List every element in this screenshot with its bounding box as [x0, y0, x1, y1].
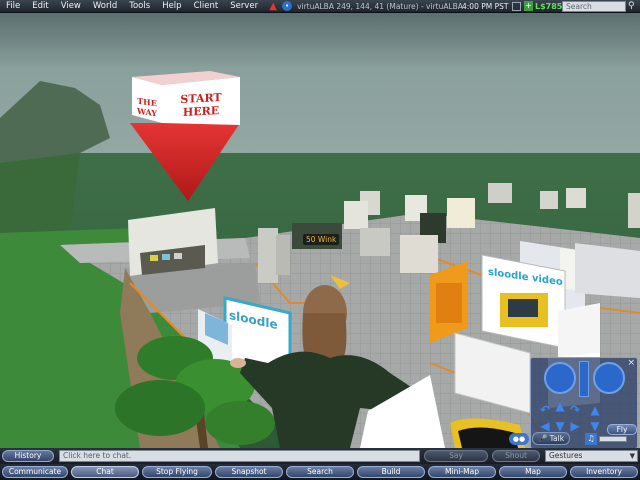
- side-sign-label: THE WAY: [137, 95, 157, 119]
- menu-help[interactable]: Help: [156, 0, 187, 13]
- say-button[interactable]: Say: [424, 450, 488, 462]
- snapshot-button[interactable]: Snapshot: [215, 466, 283, 478]
- media-icon[interactable]: [512, 2, 521, 11]
- speaker-icon[interactable]: ♫: [585, 433, 597, 445]
- inventory-button[interactable]: Inventory: [570, 466, 638, 478]
- communicate-button[interactable]: Communicate: [2, 466, 68, 478]
- map-button[interactable]: Map: [499, 466, 567, 478]
- camera-orbit-joystick[interactable]: [544, 362, 576, 394]
- menu-view[interactable]: View: [55, 0, 87, 13]
- clock: 4:00 PM PST: [462, 2, 509, 11]
- balance[interactable]: L$785: [535, 0, 562, 13]
- world-view[interactable]: START HERE THE WAY sloodle video sloodle…: [0, 13, 640, 448]
- gestures-dropdown[interactable]: Gestures ▼: [545, 450, 638, 462]
- adobe-icon[interactable]: ▲: [268, 1, 278, 12]
- shout-button[interactable]: Shout: [492, 450, 540, 462]
- chevron-down-icon: ▼: [629, 452, 635, 460]
- search-icon[interactable]: ⚲: [628, 1, 638, 12]
- volume-slider[interactable]: [599, 436, 627, 442]
- close-icon[interactable]: ×: [627, 358, 635, 368]
- talk-button[interactable]: 🎤 Talk: [532, 432, 570, 445]
- menu-world[interactable]: World: [87, 0, 123, 13]
- chat-button[interactable]: Chat: [71, 466, 139, 478]
- buy-currency-icon[interactable]: +: [524, 1, 533, 11]
- gestures-label: Gestures: [549, 451, 583, 460]
- search-button[interactable]: Search: [286, 466, 354, 478]
- turn-left-icon[interactable]: ↶: [539, 404, 551, 416]
- start-sign-label: START HERE: [180, 90, 222, 119]
- location-text: virtuALBA 249, 144, 41 (Mature) - virtuA…: [297, 1, 463, 11]
- build-button[interactable]: Build: [357, 466, 425, 478]
- fly-up-icon[interactable]: ▲: [589, 404, 601, 416]
- camera-pan-joystick[interactable]: [593, 362, 625, 394]
- forward-arrow-icon[interactable]: ▲: [554, 400, 566, 412]
- floating-label: 50 Wink: [303, 234, 340, 245]
- history-button[interactable]: History: [2, 450, 54, 462]
- menu-server[interactable]: Server: [224, 0, 264, 13]
- menu-client[interactable]: Client: [188, 0, 225, 13]
- search-input[interactable]: Search: [562, 1, 626, 12]
- strafe-left-icon[interactable]: ◀: [539, 420, 551, 432]
- mic-icon: 🎤: [537, 434, 548, 443]
- menu-file[interactable]: File: [0, 0, 26, 13]
- menu-edit[interactable]: Edit: [26, 0, 54, 13]
- voice-chat-icon[interactable]: ●●: [509, 433, 529, 445]
- stop-flying-button[interactable]: Stop Flying: [142, 466, 212, 478]
- camera-zoom-slider[interactable]: [579, 361, 589, 397]
- voice-status-icon[interactable]: •: [282, 1, 293, 11]
- talk-label: Talk: [549, 434, 565, 443]
- fly-down-icon[interactable]: ▼: [589, 420, 601, 432]
- turn-right-icon[interactable]: ↷: [569, 404, 581, 416]
- chat-input[interactable]: Click here to chat.: [59, 450, 420, 462]
- strafe-right-icon[interactable]: ▶: [569, 420, 581, 432]
- sky: [0, 13, 640, 173]
- mini-map-button[interactable]: Mini-Map: [428, 466, 496, 478]
- fly-button[interactable]: Fly: [607, 424, 637, 435]
- backward-arrow-icon[interactable]: ▼: [554, 420, 566, 432]
- menu-tools[interactable]: Tools: [123, 0, 156, 13]
